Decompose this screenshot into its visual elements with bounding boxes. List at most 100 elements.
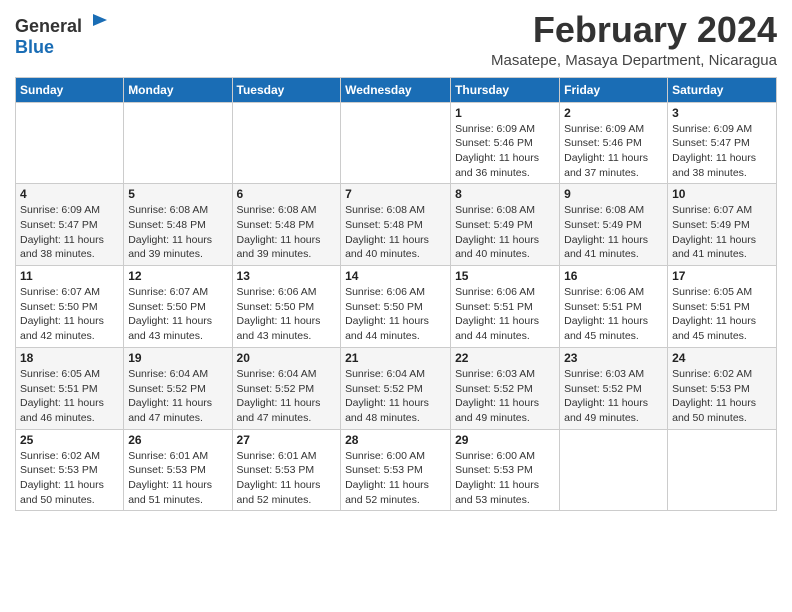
day-number: 2 bbox=[564, 106, 663, 120]
calendar-header-monday: Monday bbox=[124, 77, 232, 102]
day-info: Sunrise: 6:02 AMSunset: 5:53 PMDaylight:… bbox=[20, 449, 119, 508]
day-number: 11 bbox=[20, 269, 119, 283]
page-header: General Blue February 2024 Masatepe, Mas… bbox=[15, 10, 777, 69]
day-number: 22 bbox=[455, 351, 555, 365]
calendar-cell: 7 Sunrise: 6:08 AMSunset: 5:48 PMDaylight… bbox=[341, 184, 451, 266]
day-info: Sunrise: 6:08 AMSunset: 5:48 PMDaylight:… bbox=[345, 203, 446, 262]
day-number: 24 bbox=[672, 351, 772, 365]
calendar-cell: 25Sunrise: 6:02 AMSunset: 5:53 PMDayligh… bbox=[16, 429, 124, 511]
calendar-header-sunday: Sunday bbox=[16, 77, 124, 102]
day-info: Sunrise: 6:01 AMSunset: 5:53 PMDaylight:… bbox=[237, 449, 337, 508]
logo-text: General Blue bbox=[15, 10, 111, 58]
day-info: Sunrise: 6:03 AMSunset: 5:52 PMDaylight:… bbox=[564, 367, 663, 426]
calendar-cell: 19Sunrise: 6:04 AMSunset: 5:52 PMDayligh… bbox=[124, 347, 232, 429]
day-info: Sunrise: 6:07 AMSunset: 5:50 PMDaylight:… bbox=[20, 285, 119, 344]
day-number: 1 bbox=[455, 106, 555, 120]
day-info: Sunrise: 6:09 AMSunset: 5:47 PMDaylight:… bbox=[20, 203, 119, 262]
month-year-title: February 2024 bbox=[491, 10, 777, 50]
calendar-cell: 11 Sunrise: 6:07 AMSunset: 5:50 PMDayligh… bbox=[16, 266, 124, 348]
calendar-cell: 17Sunrise: 6:05 AMSunset: 5:51 PMDayligh… bbox=[668, 266, 777, 348]
day-info: Sunrise: 6:01 AMSunset: 5:53 PMDaylight:… bbox=[128, 449, 227, 508]
calendar-cell: 27 Sunrise: 6:01 AMSunset: 5:53 PMDayligh… bbox=[232, 429, 341, 511]
calendar-cell: 5Sunrise: 6:08 AMSunset: 5:48 PMDaylight… bbox=[124, 184, 232, 266]
calendar-week-row: 18 Sunrise: 6:05 AMSunset: 5:51 PMDayligh… bbox=[16, 347, 777, 429]
day-info: Sunrise: 6:08 AMSunset: 5:49 PMDaylight:… bbox=[564, 203, 663, 262]
day-info: Sunrise: 6:03 AMSunset: 5:52 PMDaylight:… bbox=[455, 367, 555, 426]
day-info: Sunrise: 6:02 AMSunset: 5:53 PMDaylight:… bbox=[672, 367, 772, 426]
calendar-week-row: 4 Sunrise: 6:09 AMSunset: 5:47 PMDaylight… bbox=[16, 184, 777, 266]
day-number: 26 bbox=[128, 433, 227, 447]
day-number: 4 bbox=[20, 187, 119, 201]
calendar-cell bbox=[341, 102, 451, 184]
calendar-week-row: 25Sunrise: 6:02 AMSunset: 5:53 PMDayligh… bbox=[16, 429, 777, 511]
calendar-cell bbox=[560, 429, 668, 511]
day-info: Sunrise: 6:07 AMSunset: 5:50 PMDaylight:… bbox=[128, 285, 227, 344]
day-number: 20 bbox=[237, 351, 337, 365]
calendar-cell: 29 Sunrise: 6:00 AMSunset: 5:53 PMDayligh… bbox=[451, 429, 560, 511]
calendar-header-wednesday: Wednesday bbox=[341, 77, 451, 102]
calendar-cell: 8 Sunrise: 6:08 AMSunset: 5:49 PMDaylight… bbox=[451, 184, 560, 266]
day-number: 23 bbox=[564, 351, 663, 365]
day-info: Sunrise: 6:05 AMSunset: 5:51 PMDaylight:… bbox=[672, 285, 772, 344]
day-number: 14 bbox=[345, 269, 446, 283]
day-number: 10 bbox=[672, 187, 772, 201]
day-info: Sunrise: 6:09 AMSunset: 5:46 PMDaylight:… bbox=[455, 122, 555, 181]
day-info: Sunrise: 6:04 AMSunset: 5:52 PMDaylight:… bbox=[237, 367, 337, 426]
calendar-cell: 21 Sunrise: 6:04 AMSunset: 5:52 PMDayligh… bbox=[341, 347, 451, 429]
day-number: 15 bbox=[455, 269, 555, 283]
day-info: Sunrise: 6:06 AMSunset: 5:51 PMDaylight:… bbox=[455, 285, 555, 344]
day-info: Sunrise: 6:08 AMSunset: 5:48 PMDaylight:… bbox=[237, 203, 337, 262]
day-number: 21 bbox=[345, 351, 446, 365]
day-number: 5 bbox=[128, 187, 227, 201]
day-info: Sunrise: 6:04 AMSunset: 5:52 PMDaylight:… bbox=[345, 367, 446, 426]
day-number: 29 bbox=[455, 433, 555, 447]
calendar-cell: 12 Sunrise: 6:07 AMSunset: 5:50 PMDayligh… bbox=[124, 266, 232, 348]
calendar-cell: 13Sunrise: 6:06 AMSunset: 5:50 PMDayligh… bbox=[232, 266, 341, 348]
day-info: Sunrise: 6:04 AMSunset: 5:52 PMDaylight:… bbox=[128, 367, 227, 426]
day-info: Sunrise: 6:05 AMSunset: 5:51 PMDaylight:… bbox=[20, 367, 119, 426]
day-info: Sunrise: 6:06 AMSunset: 5:51 PMDaylight:… bbox=[564, 285, 663, 344]
calendar-cell bbox=[668, 429, 777, 511]
title-block: February 2024 Masatepe, Masaya Departmen… bbox=[491, 10, 777, 69]
day-info: Sunrise: 6:09 AMSunset: 5:46 PMDaylight:… bbox=[564, 122, 663, 181]
calendar-cell: 22 Sunrise: 6:03 AMSunset: 5:52 PMDayligh… bbox=[451, 347, 560, 429]
day-number: 28 bbox=[345, 433, 446, 447]
calendar-cell: 20 Sunrise: 6:04 AMSunset: 5:52 PMDayligh… bbox=[232, 347, 341, 429]
logo-flag-icon bbox=[89, 10, 111, 32]
calendar-cell: 6 Sunrise: 6:08 AMSunset: 5:48 PMDaylight… bbox=[232, 184, 341, 266]
day-number: 6 bbox=[237, 187, 337, 201]
day-info: Sunrise: 6:00 AMSunset: 5:53 PMDaylight:… bbox=[345, 449, 446, 508]
location-subtitle: Masatepe, Masaya Department, Nicaragua bbox=[491, 52, 777, 69]
day-number: 9 bbox=[564, 187, 663, 201]
calendar-header-row: SundayMondayTuesdayWednesdayThursdayFrid… bbox=[16, 77, 777, 102]
day-info: Sunrise: 6:08 AMSunset: 5:49 PMDaylight:… bbox=[455, 203, 555, 262]
calendar-cell bbox=[124, 102, 232, 184]
calendar-cell: 3Sunrise: 6:09 AMSunset: 5:47 PMDaylight… bbox=[668, 102, 777, 184]
day-number: 3 bbox=[672, 106, 772, 120]
calendar-cell: 18 Sunrise: 6:05 AMSunset: 5:51 PMDayligh… bbox=[16, 347, 124, 429]
day-number: 12 bbox=[128, 269, 227, 283]
day-number: 27 bbox=[237, 433, 337, 447]
day-number: 7 bbox=[345, 187, 446, 201]
calendar-cell: 9 Sunrise: 6:08 AMSunset: 5:49 PMDaylight… bbox=[560, 184, 668, 266]
calendar-table: SundayMondayTuesdayWednesdayThursdayFrid… bbox=[15, 77, 777, 512]
day-number: 18 bbox=[20, 351, 119, 365]
calendar-header-saturday: Saturday bbox=[668, 77, 777, 102]
calendar-cell: 15 Sunrise: 6:06 AMSunset: 5:51 PMDayligh… bbox=[451, 266, 560, 348]
logo-general: General bbox=[15, 16, 82, 36]
logo: General Blue bbox=[15, 10, 111, 58]
calendar-header-thursday: Thursday bbox=[451, 77, 560, 102]
calendar-cell: 1 Sunrise: 6:09 AMSunset: 5:46 PMDaylight… bbox=[451, 102, 560, 184]
calendar-cell: 26 Sunrise: 6:01 AMSunset: 5:53 PMDayligh… bbox=[124, 429, 232, 511]
calendar-week-row: 11 Sunrise: 6:07 AMSunset: 5:50 PMDayligh… bbox=[16, 266, 777, 348]
calendar-cell: 10 Sunrise: 6:07 AMSunset: 5:49 PMDayligh… bbox=[668, 184, 777, 266]
calendar-cell: 16 Sunrise: 6:06 AMSunset: 5:51 PMDayligh… bbox=[560, 266, 668, 348]
day-info: Sunrise: 6:00 AMSunset: 5:53 PMDaylight:… bbox=[455, 449, 555, 508]
day-number: 16 bbox=[564, 269, 663, 283]
day-number: 8 bbox=[455, 187, 555, 201]
day-info: Sunrise: 6:06 AMSunset: 5:50 PMDaylight:… bbox=[345, 285, 446, 344]
calendar-cell: 24 Sunrise: 6:02 AMSunset: 5:53 PMDayligh… bbox=[668, 347, 777, 429]
day-info: Sunrise: 6:07 AMSunset: 5:49 PMDaylight:… bbox=[672, 203, 772, 262]
day-number: 13 bbox=[237, 269, 337, 283]
calendar-header-friday: Friday bbox=[560, 77, 668, 102]
